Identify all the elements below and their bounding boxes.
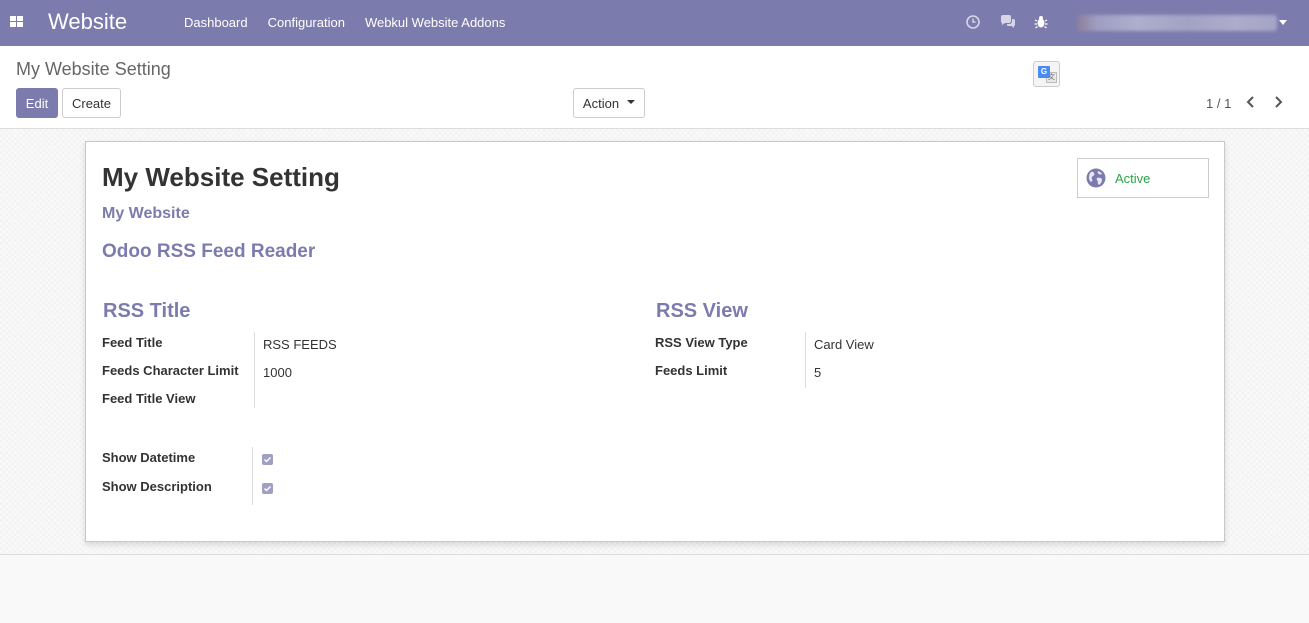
app-brand[interactable]: Website xyxy=(48,9,127,35)
form-view: Active My Website Setting My Website Odo… xyxy=(0,129,1309,555)
show-datetime-checkbox[interactable] xyxy=(262,454,273,465)
check-icon xyxy=(263,456,272,463)
apps-menu-icon[interactable] xyxy=(10,16,23,28)
clock-icon[interactable] xyxy=(966,13,1000,31)
module-heading: Odoo RSS Feed Reader xyxy=(102,241,316,262)
caret-down-icon xyxy=(627,99,636,104)
user-menu[interactable] xyxy=(1077,13,1287,33)
menu-item-dashboard[interactable]: Dashboard xyxy=(184,15,248,30)
user-avatar-name xyxy=(1077,15,1277,31)
edit-button[interactable]: Edit xyxy=(16,88,58,118)
form-sheet: Active My Website Setting My Website Odo… xyxy=(85,141,1225,542)
show-description-label: Show Description xyxy=(102,479,212,494)
systray xyxy=(966,13,1068,31)
field-separator xyxy=(252,447,253,505)
feed-title-view-label: Feed Title View xyxy=(102,391,196,406)
top-navbar: Website Dashboard Configuration Webkul W… xyxy=(0,0,1309,46)
menu-item-configuration[interactable]: Configuration xyxy=(268,15,345,30)
chevron-left-icon[interactable] xyxy=(1243,94,1259,110)
feed-title-value: RSS FEEDS xyxy=(263,337,337,352)
active-status-label: Active xyxy=(1115,170,1151,186)
action-label: Action xyxy=(582,95,620,111)
chevron-right-icon[interactable] xyxy=(1270,94,1286,110)
caret-down-icon xyxy=(1279,20,1287,25)
show-datetime-label: Show Datetime xyxy=(102,450,196,465)
control-panel: My Website Setting 文 G Edit Create Actio… xyxy=(0,46,1309,129)
chat-icon[interactable] xyxy=(1000,13,1034,31)
main-menu: Dashboard Configuration Webkul Website A… xyxy=(184,15,505,30)
pager-value[interactable]: 1 / 1 xyxy=(1206,96,1231,111)
show-description-checkbox[interactable] xyxy=(262,483,273,494)
field-separator xyxy=(254,332,255,408)
bug-icon[interactable] xyxy=(1034,13,1068,31)
google-translate-icon[interactable]: 文 G xyxy=(1033,61,1060,87)
breadcrumb: My Website Setting xyxy=(16,59,171,79)
feeds-limit-value: 5 xyxy=(814,365,822,380)
field-separator xyxy=(805,332,806,388)
rss-title-heading: RSS Title xyxy=(103,300,191,322)
website-link[interactable]: My Website xyxy=(102,205,190,223)
action-dropdown[interactable]: Action xyxy=(573,88,645,118)
feed-title-label: Feed Title xyxy=(102,335,163,350)
feeds-limit-label: Feeds Limit xyxy=(655,363,728,378)
record-title: My Website Setting xyxy=(102,162,340,192)
view-type-value: Card View xyxy=(814,337,874,352)
char-limit-value: 1000 xyxy=(263,365,292,380)
rss-view-heading: RSS View xyxy=(656,300,748,322)
globe-icon xyxy=(1086,168,1106,188)
menu-item-webkul-addons[interactable]: Webkul Website Addons xyxy=(365,15,505,30)
create-button[interactable]: Create xyxy=(62,88,121,118)
view-type-label: RSS View Type xyxy=(655,335,748,350)
active-toggle-button[interactable]: Active xyxy=(1077,158,1209,198)
char-limit-label: Feeds Character Limit xyxy=(102,363,239,378)
check-icon xyxy=(263,485,272,492)
